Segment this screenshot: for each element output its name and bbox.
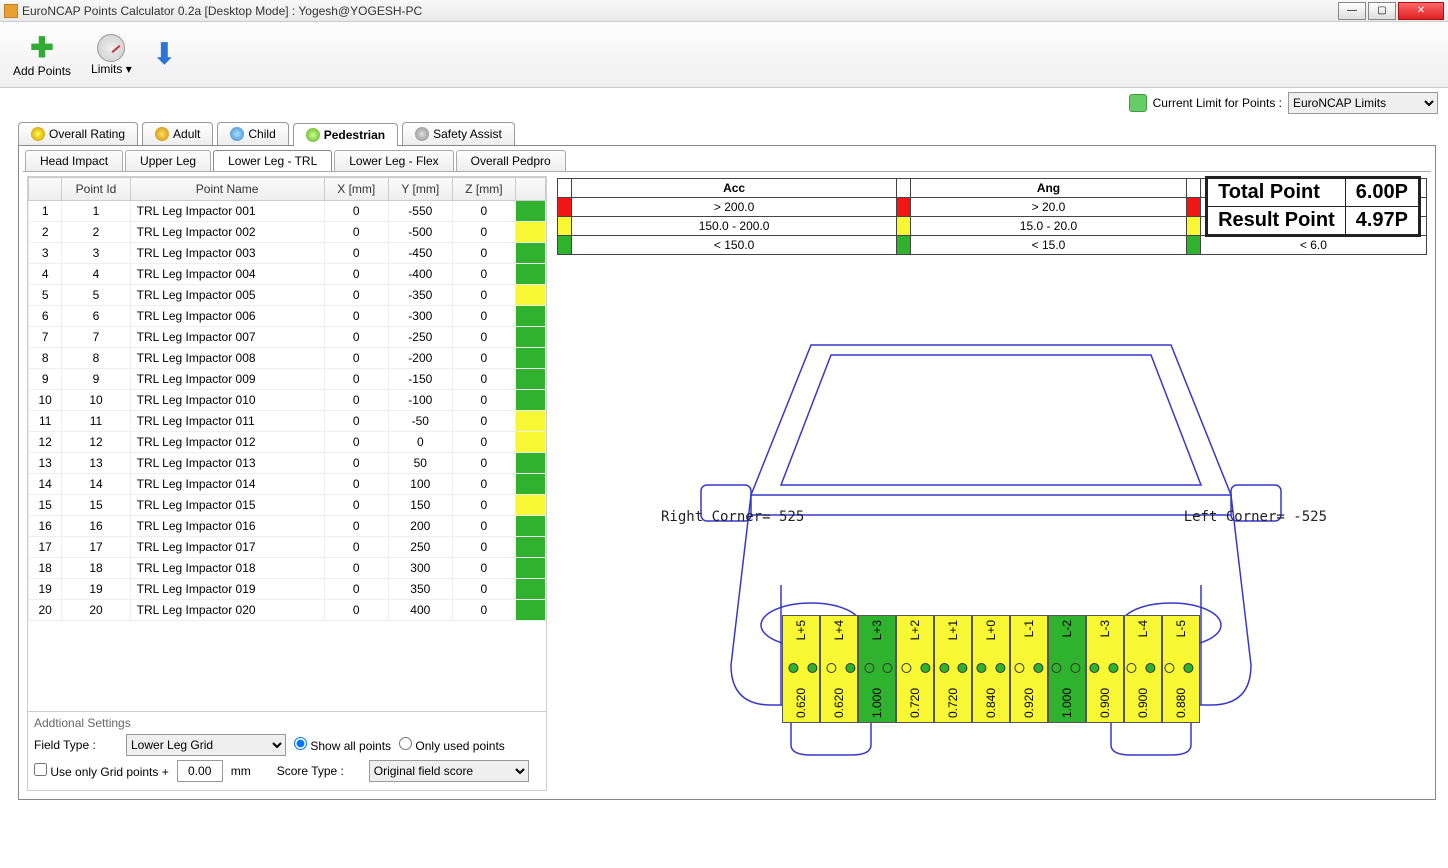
table-row[interactable]: 1717TRL Leg Impactor 01702500 <box>29 537 546 558</box>
pedestrian-icon <box>306 128 320 142</box>
tab-adult[interactable]: Adult <box>142 122 213 145</box>
table-row[interactable]: 1010TRL Leg Impactor 0100-1000 <box>29 390 546 411</box>
table-row[interactable]: 1111TRL Leg Impactor 0110-500 <box>29 411 546 432</box>
main-panel: Head Impact Upper Leg Lower Leg - TRL Lo… <box>18 145 1436 800</box>
impact-dot <box>883 663 893 673</box>
impact-dot <box>1033 663 1043 673</box>
maximize-button[interactable]: ▢ <box>1368 2 1396 20</box>
impact-dot <box>939 663 949 673</box>
subtab-head-impact[interactable]: Head Impact <box>25 150 123 171</box>
target-icon <box>31 127 45 141</box>
impact-dots <box>784 663 1197 673</box>
impact-dot <box>845 663 855 673</box>
close-button[interactable]: ✕ <box>1398 2 1444 20</box>
table-row[interactable]: 1313TRL Leg Impactor 0130500 <box>29 453 546 474</box>
points-summary: Total Point6.00P Result Point4.97P <box>1205 176 1421 237</box>
down-arrow-button[interactable]: ⬇ <box>145 24 184 86</box>
plus-icon: ✚ <box>30 31 53 64</box>
impact-dot <box>1183 663 1193 673</box>
score-type-select[interactable]: Original field score <box>369 760 529 782</box>
show-all-radio[interactable]: Show all points <box>294 737 391 753</box>
table-row[interactable]: 1818TRL Leg Impactor 01803000 <box>29 558 546 579</box>
left-corner-label: Left Corner= -525 <box>1184 509 1327 525</box>
grid-offset-input[interactable] <box>177 760 223 782</box>
limit-status-icon <box>1129 94 1147 112</box>
impact-dot <box>864 663 874 673</box>
main-tabs: Overall Rating Adult Child Pedestrian Sa… <box>0 120 1448 145</box>
tab-safety-assist[interactable]: Safety Assist <box>402 122 515 145</box>
table-row[interactable]: 1414TRL Leg Impactor 01401000 <box>29 474 546 495</box>
table-row[interactable]: 22TRL Leg Impactor 0020-5000 <box>29 222 546 243</box>
impact-dot <box>977 663 987 673</box>
titlebar: EuroNCAP Points Calculator 0.2a [Desktop… <box>0 0 1448 22</box>
subtab-lower-leg-flex[interactable]: Lower Leg - Flex <box>334 150 453 171</box>
tab-pedestrian[interactable]: Pedestrian <box>293 123 398 146</box>
table-row[interactable]: 66TRL Leg Impactor 0060-3000 <box>29 306 546 327</box>
impact-dot <box>789 663 799 673</box>
right-panel: AccAngDisp > 200.0> 20.0> 7.0150.0 - 200… <box>555 176 1427 791</box>
field-type-select[interactable]: Lower Leg Grid <box>126 734 286 756</box>
impact-dot <box>1108 663 1118 673</box>
minimize-button[interactable]: — <box>1338 2 1366 20</box>
tab-child[interactable]: Child <box>217 122 288 145</box>
table-row[interactable]: 1616TRL Leg Impactor 01602000 <box>29 516 546 537</box>
table-row[interactable]: 2020TRL Leg Impactor 02004000 <box>29 600 546 621</box>
limit-bar: Current Limit for Points : EuroNCAP Limi… <box>0 88 1448 120</box>
table-row[interactable]: 88TRL Leg Impactor 0080-2000 <box>29 348 546 369</box>
assist-icon <box>415 127 429 141</box>
impact-dot <box>1164 663 1174 673</box>
use-grid-checkbox[interactable]: Use only Grid points + <box>34 763 169 779</box>
impact-dot <box>901 663 911 673</box>
impact-dot <box>1089 663 1099 673</box>
table-row[interactable]: 1919TRL Leg Impactor 01903500 <box>29 579 546 600</box>
table-row[interactable]: 44TRL Leg Impactor 0040-4000 <box>29 264 546 285</box>
table-row[interactable]: 33TRL Leg Impactor 0030-4500 <box>29 243 546 264</box>
impact-dot <box>1052 663 1062 673</box>
impact-dot <box>1014 663 1024 673</box>
table-row[interactable]: 1212TRL Leg Impactor 012000 <box>29 432 546 453</box>
table-row[interactable]: 55TRL Leg Impactor 0050-3500 <box>29 285 546 306</box>
add-points-button[interactable]: ✚ Add Points <box>6 24 78 86</box>
limit-select[interactable]: EuroNCAP Limits <box>1288 92 1438 114</box>
impact-dot <box>1071 663 1081 673</box>
child-icon <box>230 127 244 141</box>
table-row[interactable]: 99TRL Leg Impactor 0090-1500 <box>29 369 546 390</box>
arrow-down-icon: ⬇ <box>152 37 177 72</box>
score-type-label: Score Type : <box>277 764 361 778</box>
tab-overall-rating[interactable]: Overall Rating <box>18 122 138 145</box>
window-title: EuroNCAP Points Calculator 0.2a [Desktop… <box>22 4 1338 18</box>
additional-settings: Addtional Settings Field Type : Lower Le… <box>28 711 546 790</box>
field-type-label: Field Type : <box>34 738 118 752</box>
limit-label: Current Limit for Points : <box>1153 96 1282 110</box>
impact-dot <box>995 663 1005 673</box>
only-used-radio[interactable]: Only used points <box>399 737 505 753</box>
adult-icon <box>155 127 169 141</box>
sub-tabs: Head Impact Upper Leg Lower Leg - TRL Lo… <box>19 146 1435 171</box>
limits-button[interactable]: Limits ▾ <box>84 24 139 86</box>
impact-dot <box>808 663 818 673</box>
table-row[interactable]: 77TRL Leg Impactor 0070-2500 <box>29 327 546 348</box>
right-corner-label: Right Corner= 525 <box>661 509 804 525</box>
impact-dot <box>958 663 968 673</box>
table-row[interactable]: 1515TRL Leg Impactor 01501500 <box>29 495 546 516</box>
subtab-upper-leg[interactable]: Upper Leg <box>125 150 211 171</box>
subtab-lower-leg-trl[interactable]: Lower Leg - TRL <box>213 150 332 171</box>
left-panel: Point IdPoint NameX [mm]Y [mm]Z [mm] 11T… <box>27 176 547 791</box>
gauge-icon <box>97 34 125 62</box>
impact-dot <box>920 663 930 673</box>
table-row[interactable]: 11TRL Leg Impactor 0010-5500 <box>29 201 546 222</box>
toolbar: ✚ Add Points Limits ▾ ⬇ <box>0 22 1448 88</box>
app-icon <box>4 4 18 18</box>
settings-title: Addtional Settings <box>34 716 540 730</box>
impact-dot <box>1146 663 1156 673</box>
car-diagram: Right Corner= 525 Left Corner= -525 L+50… <box>555 259 1427 791</box>
impact-dot <box>1127 663 1137 673</box>
points-grid[interactable]: Point IdPoint NameX [mm]Y [mm]Z [mm] 11T… <box>28 177 546 711</box>
impact-dot <box>826 663 836 673</box>
subtab-overall-pedpro[interactable]: Overall Pedpro <box>456 150 566 171</box>
unit-label: mm <box>231 764 251 778</box>
